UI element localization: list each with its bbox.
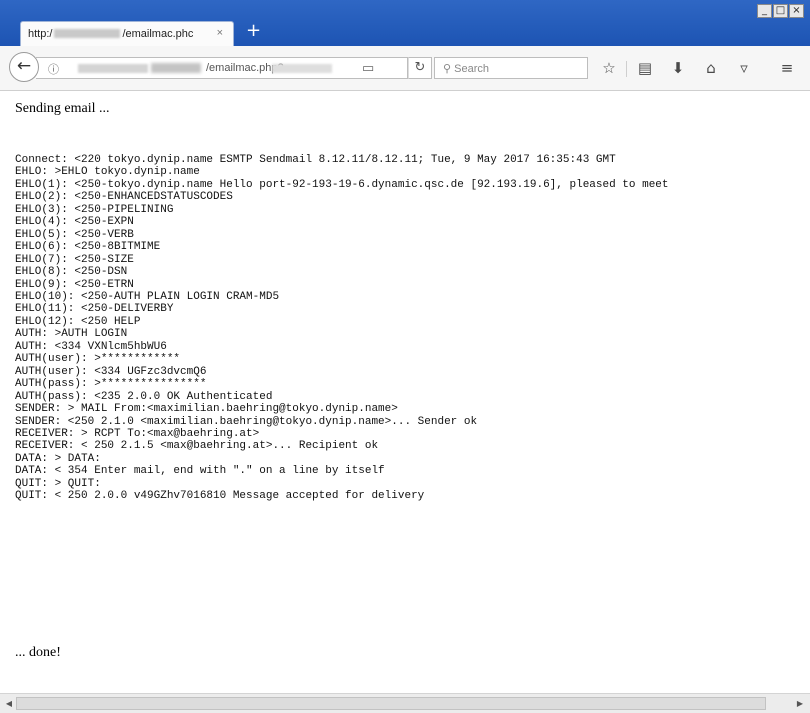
bookmark-star-icon[interactable]: ☆ <box>600 59 618 77</box>
search-icon: ⚲ <box>443 63 452 75</box>
browser-tab[interactable]: http:/ /emailmac.phc × <box>20 21 234 46</box>
redacted-url-part <box>151 63 201 73</box>
done-message: ... done! <box>15 645 61 660</box>
navigation-toolbar: ⓘ /emailmac.php? ▭ ← ↻ ⚲ Search ☆ ▤ ⬇ ⌂ … <box>0 46 810 91</box>
info-icon[interactable]: ⓘ <box>48 61 59 77</box>
log-line: RECEIVER: > RCPT To:<max@baehring.at> <box>15 427 260 440</box>
log-line: EHLO(10): <250-AUTH PLAIN LOGIN CRAM-MD5 <box>15 290 280 303</box>
maximize-button[interactable]: □ <box>773 4 788 18</box>
log-line: EHLO(2): <250-ENHANCEDSTATUSCODES <box>15 191 233 204</box>
tab-close-icon[interactable]: × <box>217 27 223 39</box>
log-line: EHLO(6): <250-8BITMIME <box>15 241 161 254</box>
scroll-left-icon[interactable]: ◀ <box>3 698 15 710</box>
log-line: Connect: <220 tokyo.dynip.name ESMTP Sen… <box>15 154 616 166</box>
search-placeholder: Search <box>454 63 489 75</box>
log-line: EHLO(5): <250-VERB <box>15 228 134 241</box>
menu-icon[interactable]: ≡ <box>778 59 796 77</box>
pocket-icon[interactable]: ▿ <box>735 59 753 77</box>
log-line: EHLO(7): <250-SIZE <box>15 253 134 266</box>
back-button[interactable]: ← <box>9 52 39 82</box>
scroll-right-icon[interactable]: ▶ <box>794 698 806 710</box>
redacted-url-part <box>78 64 148 73</box>
page-content: Sending email ... Connect: <220 tokyo.dy… <box>0 92 810 693</box>
log-line: AUTH(user): <334 UGFzc3dvcmQ6 <box>15 365 207 378</box>
redacted-url-part <box>272 64 332 73</box>
log-line: EHLO(3): <250-PIPELINING <box>15 203 174 216</box>
log-line: QUIT: > QUIT: <box>15 477 101 490</box>
log-line: QUIT: < 250 2.0.0 v49GZhv7016810 Message… <box>15 490 425 503</box>
log-line: AUTH: >AUTH LOGIN <box>15 328 128 341</box>
toolbar-divider <box>626 61 627 77</box>
log-line: SENDER: > MAIL From:<maximilian.baehring… <box>15 403 398 416</box>
redacted-url-part <box>54 29 121 38</box>
log-line: EHLO(8): <250-DSN <box>15 266 128 279</box>
log-line: DATA: < 354 Enter mail, end with "." on … <box>15 465 385 478</box>
downloads-icon[interactable]: ⬇ <box>669 59 687 77</box>
page-heading: Sending email ... <box>15 101 110 116</box>
log-line: AUTH(pass): >**************** <box>15 378 207 391</box>
tab-title-prefix: http:/ <box>28 28 53 40</box>
new-tab-button[interactable]: + <box>246 22 261 40</box>
scrollbar-thumb[interactable] <box>16 697 766 710</box>
home-icon[interactable]: ⌂ <box>702 59 720 77</box>
horizontal-scrollbar[interactable]: ◀ ▶ <box>0 693 810 713</box>
log-line: EHLO(11): <250-DELIVERBY <box>15 303 174 316</box>
url-bar[interactable]: ⓘ /emailmac.php? ▭ <box>36 57 408 79</box>
window-controls: _ □ × <box>757 4 804 18</box>
reader-view-icon[interactable]: ▭ <box>362 60 374 76</box>
log-line: EHLO(12): <250 HELP <box>15 315 141 328</box>
smtp-log: Connect: <220 tokyo.dynip.name ESMTP Sen… <box>15 154 810 503</box>
tab-title-suffix: /emailmac.phc <box>122 28 194 40</box>
log-line: EHLO(9): <250-ETRN <box>15 278 134 291</box>
reload-icon: ↻ <box>414 60 426 75</box>
log-line: AUTH(pass): <235 2.0.0 OK Authenticated <box>15 390 273 403</box>
log-line: SENDER: <250 2.1.0 <maximilian.baehring@… <box>15 415 478 428</box>
log-line: DATA: > DATA: <box>15 452 101 465</box>
bookmarks-library-icon[interactable]: ▤ <box>636 59 654 77</box>
log-line: AUTH: <334 VXNlcm5hbWU6 <box>15 340 167 353</box>
close-window-button[interactable]: × <box>789 4 804 18</box>
back-arrow-icon: ← <box>16 56 32 76</box>
log-line: EHLO(4): <250-EXPN <box>15 216 134 229</box>
window-titlebar: http:/ /emailmac.phc × + _ □ × <box>0 0 810 46</box>
log-line: EHLO: >EHLO tokyo.dynip.name <box>15 166 200 179</box>
reload-button[interactable]: ↻ <box>408 57 432 79</box>
log-line: AUTH(user): >************ <box>15 353 181 366</box>
log-line: RECEIVER: < 250 2.1.5 <max@baehring.at>.… <box>15 440 379 453</box>
log-line: EHLO(1): <250-tokyo.dynip.name Hello por… <box>15 178 669 191</box>
search-input[interactable]: ⚲ Search <box>434 57 588 79</box>
minimize-button[interactable]: _ <box>757 4 772 18</box>
